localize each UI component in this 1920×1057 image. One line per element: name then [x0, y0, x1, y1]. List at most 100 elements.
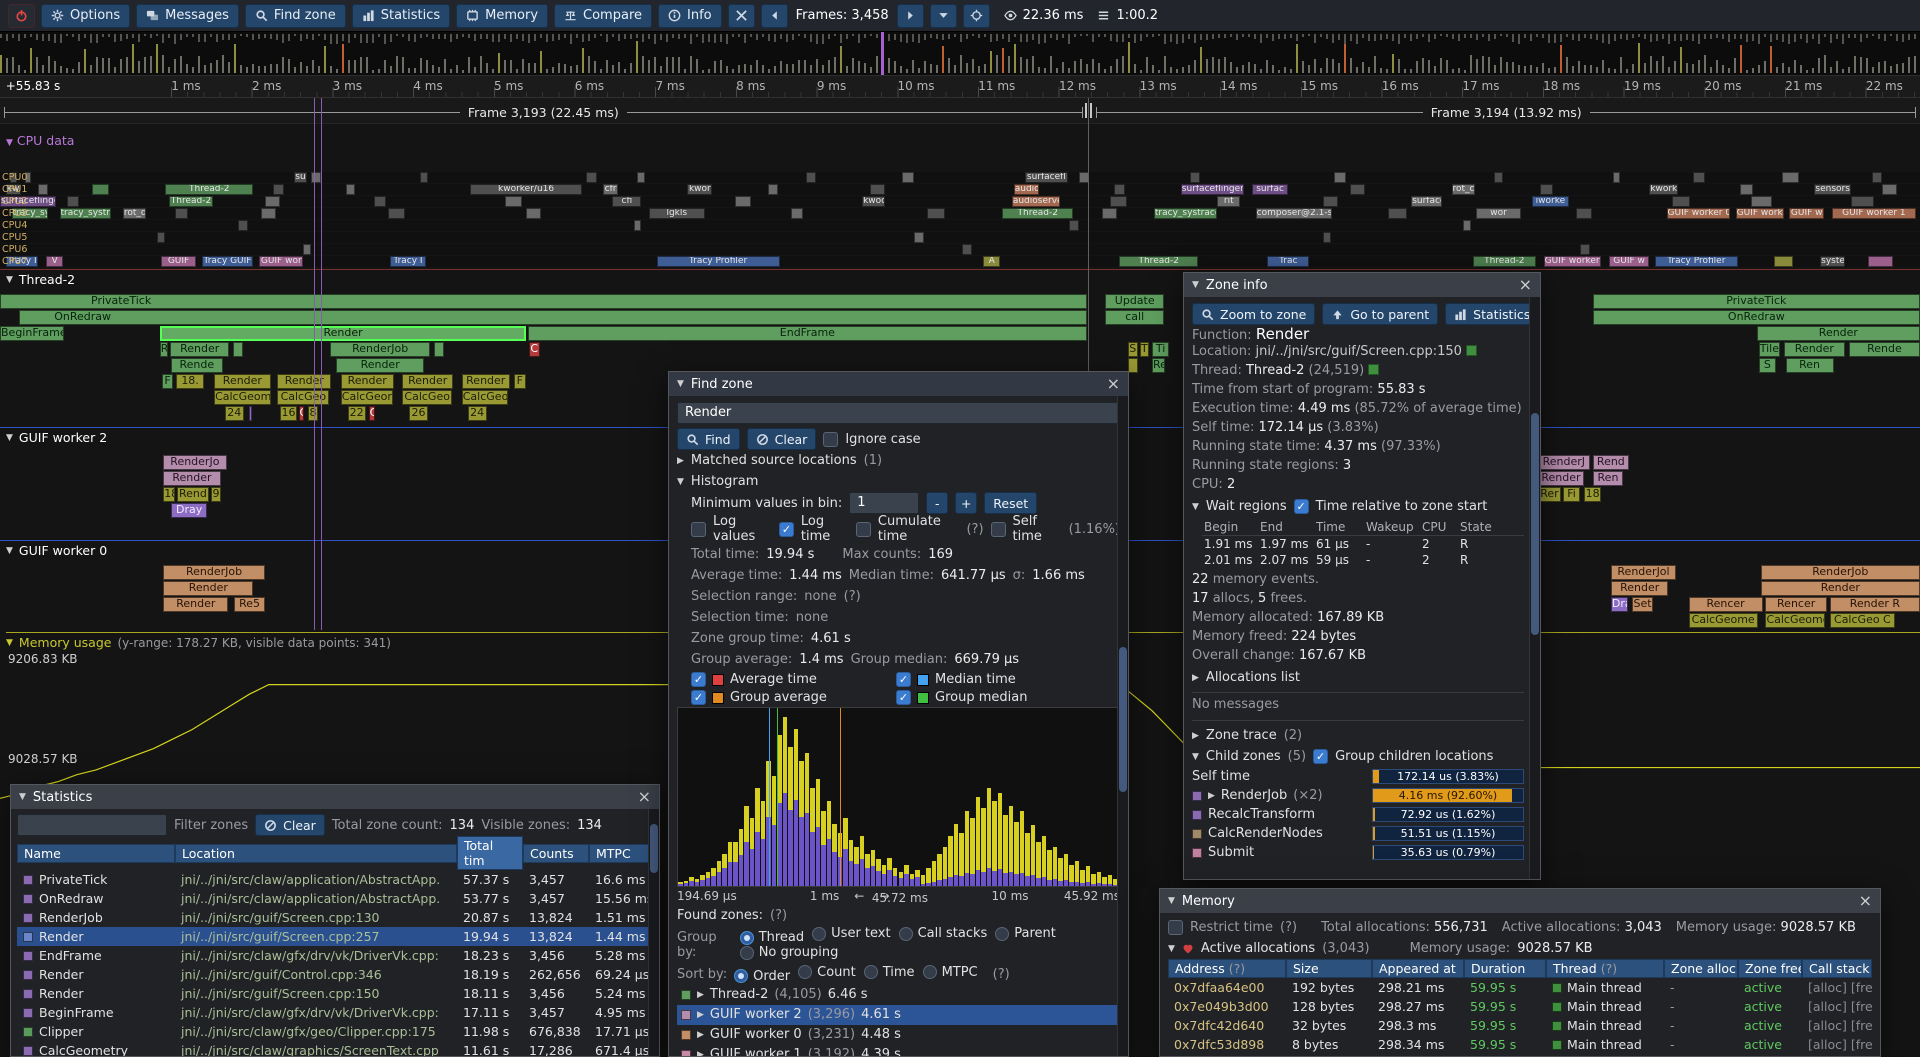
cpu-row[interactable]: CPU2surfaceflingerThread-2cfikwocaudiose… [0, 196, 1920, 207]
cpu-zone[interactable]: GUIF [161, 256, 196, 267]
radio[interactable] [923, 965, 937, 979]
cpu-zone[interactable]: GUIF worke [1736, 208, 1784, 219]
zone[interactable]: BeginFrame [0, 326, 64, 341]
zone[interactable]: Rende [1849, 342, 1920, 357]
cpu-zone[interactable] [1540, 184, 1553, 195]
zone[interactable]: C [369, 406, 376, 421]
cpu-zone[interactable] [1693, 172, 1705, 183]
address-cell[interactable]: 0x7e049b3d00 [1168, 999, 1286, 1014]
call-stack-cell[interactable]: [alloc] [free] [1802, 1018, 1872, 1033]
restrict-time-checkbox[interactable] [1168, 920, 1183, 935]
cpu-row[interactable]: CPU3tracy_systracy_systracerot_dlgklsThr… [0, 208, 1920, 219]
cpu-zone[interactable] [238, 220, 248, 231]
expand-icon[interactable]: ▶ [1192, 673, 1199, 683]
zone[interactable]: Ren [1786, 358, 1834, 373]
column-header[interactable]: Appeared at [1372, 959, 1464, 978]
cpu-zone[interactable]: audios [1014, 184, 1039, 195]
info-button[interactable]: Info [658, 4, 722, 28]
expand-icon[interactable]: ▶ [1192, 731, 1199, 741]
find-zone-button[interactable]: Find zone [245, 4, 346, 28]
table-row[interactable]: EndFramejni/../jni/src/claw/gfx/drv/vk/D… [17, 946, 653, 965]
reset-button[interactable]: Reset [984, 492, 1037, 514]
search-input[interactable]: Render [677, 402, 1120, 424]
active-allocations-label[interactable]: Active allocations [1201, 941, 1315, 956]
zone[interactable]: Render [214, 374, 271, 389]
scrollbar-thumb[interactable] [650, 824, 658, 873]
zone[interactable]: Set [1632, 597, 1653, 612]
cpu-zone[interactable] [1388, 208, 1407, 219]
zone[interactable]: Render [1538, 471, 1584, 486]
zone[interactable]: F [162, 374, 173, 389]
self-time-checkbox[interactable] [991, 522, 1006, 537]
log-values-checkbox[interactable] [691, 522, 706, 537]
cpu-row[interactable]: CPU7Tracy IVGUIFTracy GUIFGUIF worTracy … [0, 256, 1920, 267]
column-header[interactable]: Call stack [1802, 959, 1872, 978]
sort-by-mtpc[interactable]: MTPC [923, 965, 978, 980]
zone-group-row[interactable]: ▶Thread-2(4,105)6.46 s [677, 985, 1120, 1005]
cpu-zone[interactable]: Tracy I [390, 256, 426, 267]
increment-button[interactable]: + [955, 492, 977, 514]
expand-icon[interactable]: ▶ [697, 1030, 704, 1040]
scrollbar[interactable] [648, 809, 659, 1056]
table-row[interactable]: CalcGeometryjni/../jni/src/claw/graphics… [17, 1041, 653, 1057]
zone-statistics-button[interactable]: Statistics [1445, 303, 1539, 325]
statistics-button[interactable]: Statistics [352, 4, 450, 28]
cpu-row[interactable]: CPU0susurfacefl [0, 172, 1920, 183]
table-row[interactable]: PrivateTickjni/../jni/src/claw/applicati… [17, 870, 653, 889]
zone[interactable]: Render [163, 471, 221, 486]
radio[interactable] [740, 931, 754, 945]
expand-icon[interactable]: ▶ [697, 990, 704, 1000]
child-zone-row[interactable]: ▶RenderJob(×2)4.16 ms (92.60%) [1192, 786, 1524, 805]
zone[interactable]: C [529, 342, 540, 357]
zone[interactable]: Render [1761, 581, 1920, 596]
messages-button[interactable]: Messages [136, 4, 239, 28]
zone[interactable]: Rencer [1765, 597, 1826, 612]
collapse-icon[interactable]: ▼ [6, 138, 13, 148]
radio[interactable] [740, 946, 754, 960]
zone[interactable]: R [160, 342, 169, 357]
zone[interactable]: Fi [1563, 487, 1580, 502]
frames-dropdown-button[interactable] [930, 4, 957, 28]
collapse-icon[interactable]: ▼ [1168, 896, 1175, 906]
zone[interactable]: OnRedraw [19, 310, 1087, 325]
cpu-zone[interactable]: wor [1476, 208, 1520, 219]
cpu-zone[interactable]: Thread-2 [169, 196, 213, 207]
cpu-zone[interactable] [303, 244, 311, 255]
zone[interactable]: 24 [225, 406, 244, 421]
clear-button[interactable]: Clear [747, 428, 817, 450]
zone[interactable]: Ren [1593, 471, 1624, 486]
zone[interactable]: RenderJ [1538, 455, 1590, 470]
zoom-to-zone-button[interactable]: Zoom to zone [1192, 303, 1315, 325]
call-stack-cell[interactable]: [alloc] [free] [1802, 1037, 1872, 1052]
go-to-parent-button[interactable]: Go to parent [1322, 303, 1438, 325]
zone[interactable]: Rencer [1689, 597, 1763, 612]
zone[interactable]: Render [462, 374, 510, 389]
cpu-zone[interactable] [1190, 172, 1200, 183]
zone[interactable]: CalcGeor [341, 390, 393, 405]
zone[interactable]: 18 [163, 487, 175, 502]
expand-icon[interactable]: ▶ [677, 456, 684, 466]
cpu-zone[interactable]: GUIF worker 1 [1832, 208, 1916, 219]
cpu-zone[interactable] [505, 196, 522, 207]
cpu-zone[interactable]: surfaceflinger [1181, 184, 1244, 195]
table-row[interactable]: Clipperjni/../jni/src/claw/gfx/geo/Clipp… [17, 1022, 653, 1041]
zone[interactable]: Render [163, 581, 253, 596]
ignore-case-checkbox[interactable] [823, 432, 838, 447]
close-icon[interactable]: × [1859, 893, 1872, 909]
scrollbar-thumb[interactable] [1119, 647, 1127, 792]
column-header[interactable]: Zone free [1738, 959, 1802, 978]
collapse-icon[interactable]: ▼ [677, 379, 684, 389]
column-header[interactable]: Total tim [457, 836, 523, 870]
cpu-zone[interactable] [1069, 220, 1079, 231]
cpu-zone[interactable] [806, 172, 816, 183]
source-swatch[interactable] [1466, 345, 1477, 356]
find-zone-titlebar[interactable]: ▼ Find zone × [669, 372, 1128, 396]
thread-swatch[interactable] [1368, 364, 1379, 375]
cpu-zone[interactable]: Tracy Profiler [657, 256, 780, 267]
zone-info-titlebar[interactable]: ▼ Zone info × [1184, 273, 1540, 297]
cpu-zone[interactable] [637, 172, 645, 183]
zone[interactable]: Dra [1611, 597, 1628, 612]
cpu-zone[interactable] [586, 172, 598, 183]
column-header[interactable]: End [1258, 519, 1314, 536]
cpu-zone[interactable]: rot_co [1452, 184, 1475, 195]
